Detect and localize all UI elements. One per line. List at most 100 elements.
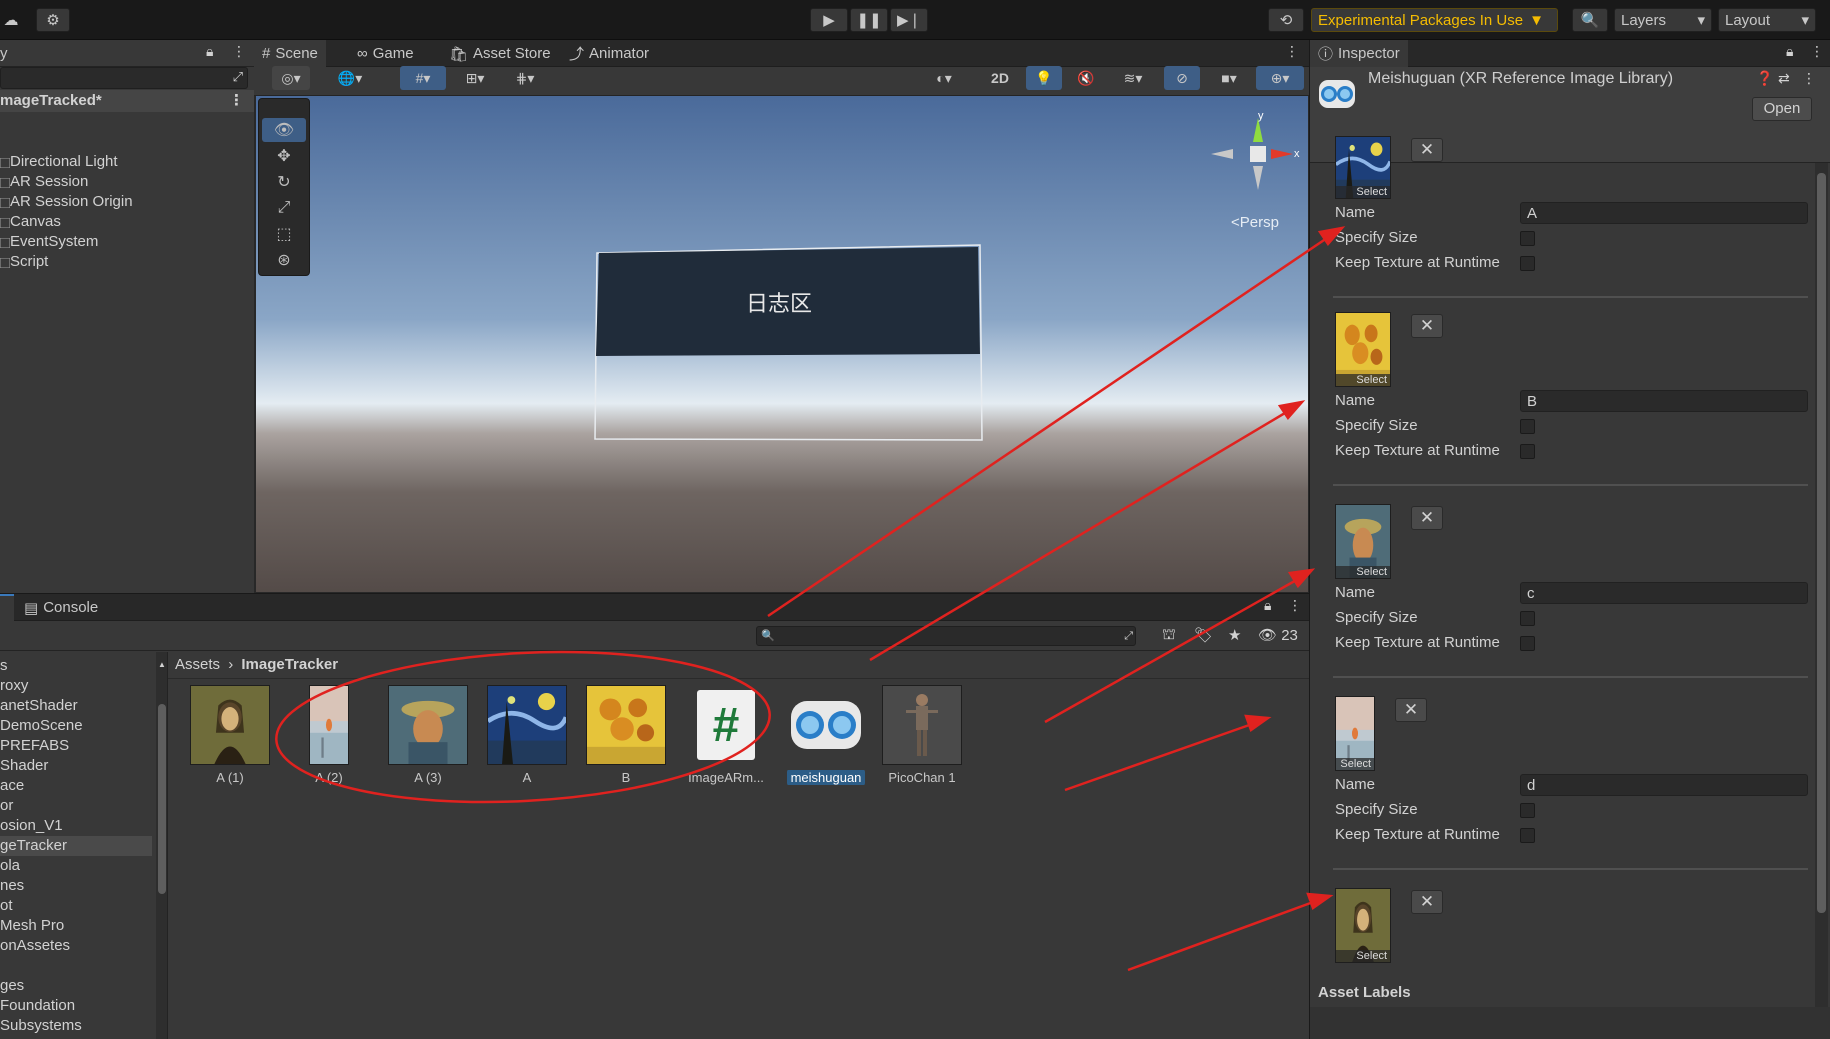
name-field[interactable]: d (1520, 774, 1808, 796)
camera-icon[interactable]: ■▾ (1206, 66, 1252, 90)
project-tree-item[interactable]: geTracker (0, 836, 152, 856)
specify-size-checkbox[interactable] (1520, 419, 1535, 434)
draw-mode-icon[interactable]: ◎▾ (272, 66, 310, 90)
asset-thumbnail-mona[interactable] (190, 685, 270, 765)
tree-scroll-thumb[interactable] (158, 704, 166, 894)
lighting-toggle-icon[interactable]: 💡 (1026, 66, 1062, 90)
tree-scrollbar[interactable]: ▲ (156, 652, 167, 1039)
name-field[interactable]: c (1520, 582, 1808, 604)
2d-toggle-button[interactable]: 2D (982, 66, 1018, 90)
more-menu-icon[interactable]: ⋮ (1285, 43, 1299, 60)
tab-project[interactable] (0, 594, 14, 621)
tab-inspector[interactable]: ⓘ Inspector (1310, 40, 1408, 67)
tab-scene[interactable]: # Scene (254, 40, 326, 67)
hierarchy-item[interactable]: ⬜︎EventSystem (0, 232, 98, 252)
filter-label-icon[interactable]: 🏷 (1194, 626, 1213, 644)
projection-label[interactable]: <Persp (1231, 214, 1279, 231)
project-tree-item[interactable]: Shader (0, 756, 152, 776)
project-tree-item[interactable]: or (0, 796, 152, 816)
audio-toggle-icon[interactable]: 🔇 (1068, 66, 1104, 90)
gizmos-icon[interactable]: ⊕▾ (1256, 66, 1304, 90)
name-field[interactable]: B (1520, 390, 1808, 412)
asset-thumbnail-model[interactable] (882, 685, 962, 765)
settings-menu-icon[interactable]: ⋮ (1802, 70, 1816, 87)
hierarchy-item[interactable]: ⬜︎Directional Light (0, 152, 118, 172)
scroll-up-icon[interactable]: ▲ (158, 660, 166, 669)
search-icon[interactable]: 🔍 (1572, 8, 1608, 32)
reference-image-texture[interactable]: Select (1335, 312, 1391, 387)
effects-toggle-icon[interactable]: ≋▾ (1110, 66, 1156, 90)
keep-texture-checkbox[interactable] (1520, 444, 1535, 459)
asset-label[interactable]: A (1) (180, 770, 280, 785)
asset-thumbnail-vangogh[interactable] (388, 685, 468, 765)
hierarchy-item[interactable]: ⬜︎Canvas (0, 212, 61, 232)
breadcrumb-assets[interactable]: Assets (175, 656, 220, 673)
asset-label[interactable]: B (576, 770, 676, 785)
cloud-icon[interactable]: ☁ (0, 8, 22, 32)
tab-animator[interactable]: ⤴ Animator (561, 40, 657, 67)
keep-texture-checkbox[interactable] (1520, 828, 1535, 843)
asset-label[interactable]: A (477, 770, 577, 785)
specify-size-checkbox[interactable] (1520, 231, 1535, 246)
inspector-scrollbar[interactable]: ▼ (1815, 163, 1828, 1021)
project-tree-item[interactable]: anetShader (0, 696, 152, 716)
asset-thumbnail-starry[interactable] (487, 685, 567, 765)
keep-texture-checkbox[interactable] (1520, 636, 1535, 651)
keep-texture-checkbox[interactable] (1520, 256, 1535, 271)
shading-mode-icon[interactable]: ◐▾ (922, 66, 966, 90)
rect-tool-icon[interactable]: ⬚ (262, 222, 306, 246)
project-tree-item[interactable]: Subsystems (0, 1016, 152, 1036)
project-tree-item[interactable]: PREFABS (0, 736, 152, 756)
experimental-packages-button[interactable]: Experimental Packages In Use ▼ (1311, 8, 1558, 32)
project-tree-item[interactable]: ola (0, 856, 152, 876)
project-tree-item[interactable]: ot (0, 896, 152, 916)
project-tree-item[interactable]: osion_V1 (0, 816, 152, 836)
remove-image-button[interactable]: ✕ (1411, 138, 1443, 162)
project-tree-item[interactable]: Foundation (0, 996, 152, 1016)
project-tree-item[interactable]: nes (0, 876, 152, 896)
open-button[interactable]: Open (1752, 97, 1812, 121)
filter-type-icon[interactable]: ⛫ (1162, 626, 1176, 645)
play-button[interactable]: ▶ (810, 8, 848, 32)
hierarchy-item[interactable]: ⬜︎Script (0, 252, 48, 272)
asset-thumbnail-library[interactable] (786, 685, 866, 765)
tab-console[interactable]: ▤ Console (16, 594, 106, 621)
hierarchy-item[interactable]: ⬜︎AR Session Origin (0, 192, 133, 212)
specify-size-checkbox[interactable] (1520, 803, 1535, 818)
reference-image-texture[interactable]: Select (1335, 696, 1375, 771)
layers-dropdown[interactable]: Layers ▾ (1614, 8, 1712, 32)
step-button[interactable]: ▶❘ (890, 8, 928, 32)
project-tree-item[interactable] (0, 956, 152, 976)
select-label[interactable]: Select (1336, 950, 1390, 962)
select-label[interactable]: Select (1336, 758, 1374, 770)
move-tool-icon[interactable]: ✥ (262, 144, 306, 168)
snap-grid-icon[interactable]: #▾ (400, 66, 446, 90)
project-search-input[interactable]: 🔍 ⤢ (756, 626, 1136, 646)
more-menu-icon[interactable]: ⋮ (1810, 43, 1824, 60)
tab-hierarchy[interactable]: y (0, 40, 16, 67)
asset-label[interactable]: meishuguan (776, 770, 876, 785)
scale-tool-icon[interactable]: ⤢ (262, 196, 306, 220)
remove-image-button[interactable]: ✕ (1395, 698, 1427, 722)
name-field[interactable]: A (1520, 202, 1808, 224)
reference-image-texture[interactable]: Select (1335, 136, 1391, 199)
orientation-gizmo[interactable] (1201, 110, 1301, 210)
hidden-packages-toggle[interactable]: 👁 23 (1258, 626, 1298, 644)
tab-game[interactable]: ∞ Game (349, 40, 422, 67)
reference-image-texture[interactable]: Select (1335, 888, 1391, 963)
scene-viewport[interactable]: 日志区 y x <Persp (256, 96, 1308, 592)
lock-icon[interactable]: 🔒︎ (206, 43, 213, 60)
more-menu-icon[interactable]: ⋮ (232, 43, 246, 60)
project-tree-item[interactable]: onAssetes (0, 936, 152, 956)
project-tree-item[interactable]: ges (0, 976, 152, 996)
project-tree-item[interactable]: ace (0, 776, 152, 796)
rotate-tool-icon[interactable]: ↻ (262, 170, 306, 194)
select-label[interactable]: Select (1336, 566, 1390, 578)
lock-icon[interactable]: 🔒︎ (1786, 43, 1793, 60)
view-tool-icon[interactable]: 👁 (262, 118, 306, 142)
transform-tool-icon[interactable]: ⊛ (262, 248, 306, 272)
hierarchy-search-input[interactable]: ⤢ (0, 67, 248, 89)
lock-icon[interactable]: 🔒︎ (1264, 597, 1271, 614)
breadcrumb-imagetracker[interactable]: ImageTracker (241, 656, 338, 673)
help-icon[interactable]: ❓ (1756, 70, 1773, 87)
